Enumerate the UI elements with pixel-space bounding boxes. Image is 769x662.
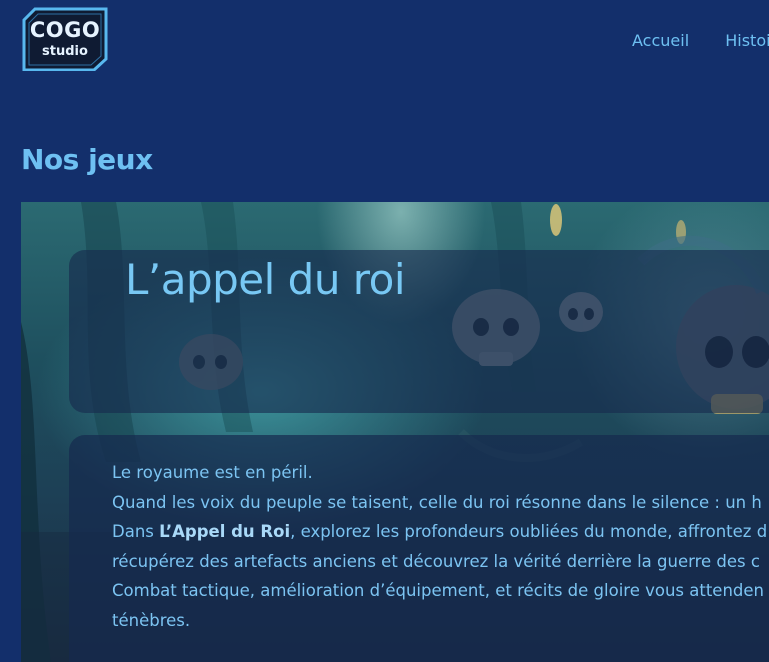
section-title: Nos jeux	[21, 143, 153, 176]
game-name-emphasis: L’Appel du Roi	[159, 522, 291, 542]
game-card[interactable]: L’appel du roi Le royaume est en péril. …	[21, 202, 769, 662]
logo-text-studio: studio	[42, 44, 88, 59]
description-line: ténèbres.	[112, 610, 191, 630]
description-line: Le royaume est en péril.	[112, 463, 313, 482]
logo-text-cogo: COGO	[29, 18, 101, 42]
cogo-studio-logo[interactable]: COGO studio	[22, 7, 108, 71]
description-text: , explorez les profondeurs oubliées du m…	[290, 522, 768, 542]
description-line: Combat tactique, amélioration d’équipeme…	[112, 581, 764, 601]
description-line: Dans L’Appel du Roi, explorez les profon…	[112, 517, 769, 547]
nav-link-histoire[interactable]: Histoire	[725, 31, 769, 50]
game-title: L’appel du roi	[125, 255, 406, 304]
description-text: Dans	[112, 522, 160, 542]
game-description-panel: Le royaume est en péril. Quand les voix …	[69, 435, 769, 662]
description-line: Quand les voix du peuple se taisent, cel…	[112, 492, 762, 512]
game-description: Le royaume est en péril. Quand les voix …	[112, 458, 769, 636]
description-line: récupérez des artefacts anciens et décou…	[112, 551, 760, 571]
nav-link-accueil[interactable]: Accueil	[632, 31, 689, 50]
main-nav: Accueil Histoire	[632, 31, 769, 50]
